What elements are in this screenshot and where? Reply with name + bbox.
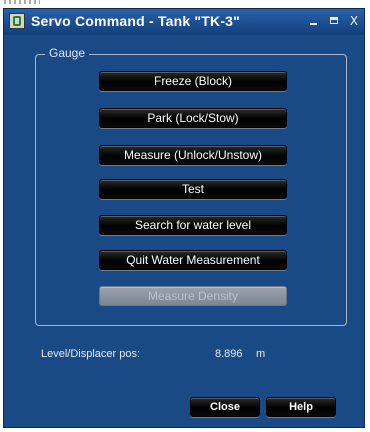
window-title: Servo Command - Tank "TK-3": [31, 13, 241, 29]
background-strip: [0, 0, 370, 8]
quit-water-measurement-button[interactable]: Quit Water Measurement: [99, 250, 287, 270]
level-displacer-label: Level/Displacer pos:: [41, 348, 141, 360]
close-icon[interactable]: X: [346, 13, 362, 29]
app-icon: [9, 13, 25, 29]
test-button[interactable]: Test: [99, 179, 287, 199]
gauge-group-label: Gauge: [45, 46, 90, 60]
measure-density-button: Measure Density: [99, 286, 287, 306]
maximize-icon[interactable]: [326, 13, 342, 29]
freeze-block-button[interactable]: Freeze (Block): [99, 71, 287, 91]
help-button[interactable]: Help: [266, 397, 336, 417]
level-displacer-value: 8.896: [215, 348, 243, 360]
park-lock-stow-button[interactable]: Park (Lock/Stow): [99, 108, 287, 128]
measure-unlock-unstow-button[interactable]: Measure (Unlock/Unstow): [99, 145, 287, 165]
servo-command-dialog: Servo Command - Tank "TK-3" X Gauge Free…: [3, 8, 365, 428]
title-bar[interactable]: Servo Command - Tank "TK-3" X: [4, 9, 364, 35]
search-water-level-button[interactable]: Search for water level: [99, 215, 287, 235]
level-unit: m: [256, 348, 266, 360]
close-button[interactable]: Close: [190, 397, 260, 417]
background-text-fragment: [4, 0, 40, 4]
minimize-icon[interactable]: [306, 13, 322, 29]
